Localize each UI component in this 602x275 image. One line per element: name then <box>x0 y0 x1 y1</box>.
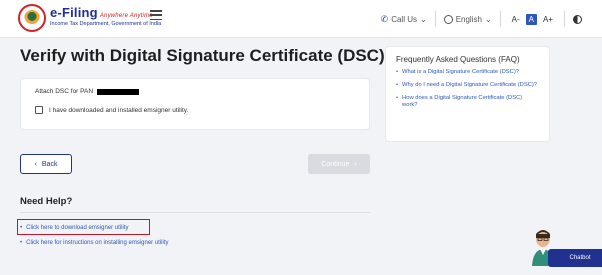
bullet-icon: • <box>396 81 399 88</box>
emblem-logo-icon[interactable] <box>18 4 46 32</box>
chatbot-button[interactable]: Chatbot <box>548 249 602 267</box>
font-increase-button[interactable]: A+ <box>540 14 556 25</box>
dsc-card: Attach DSC for PAN I have downloaded and… <box>20 78 370 130</box>
faq-panel: Frequently Asked Questions (FAQ) • What … <box>385 46 550 142</box>
chevron-right-icon: › <box>354 160 357 168</box>
continue-label: Continue <box>321 160 350 168</box>
logo-subtitle: Income Tax Department, Government of Ind… <box>50 21 162 27</box>
font-decrease-button[interactable]: A- <box>509 14 523 25</box>
faq-item-label[interactable]: How does a Digital Signature Certificate… <box>402 95 539 111</box>
emsigner-instructions-label[interactable]: Click here for instructions on installin… <box>26 240 168 246</box>
attach-dsc-row: Attach DSC for PAN <box>35 88 140 95</box>
menu-icon[interactable] <box>150 10 162 20</box>
call-us-label: Call Us <box>391 14 417 24</box>
back-label: Back <box>41 160 58 168</box>
faq-item-label[interactable]: What is a Digital Signature Certificate … <box>402 69 519 77</box>
faq-title: Frequently Asked Questions (FAQ) <box>396 55 520 64</box>
header-actions: ✆ Call Us ⌄ English ⌄ A- A A+ <box>373 0 590 38</box>
call-us-dropdown[interactable]: ✆ Call Us ⌄ <box>373 14 435 25</box>
attach-dsc-label: Attach DSC for PAN <box>35 88 94 95</box>
chevron-down-icon: ⌄ <box>484 14 492 24</box>
language-dropdown[interactable]: English ⌄ <box>436 14 500 24</box>
redacted-pan <box>97 88 140 95</box>
contrast-toggle[interactable] <box>565 14 590 24</box>
emsigner-checkbox-label[interactable]: I have downloaded and installed emsigner… <box>49 107 188 114</box>
faq-item[interactable]: • How does a Digital Signature Certifica… <box>396 95 539 111</box>
bullet-icon: • <box>396 94 399 101</box>
language-label: English <box>455 14 482 24</box>
chevron-down-icon: ⌄ <box>419 14 427 24</box>
logo-title: e-Filing <box>50 5 98 20</box>
download-emsigner-label[interactable]: Click here to download emsigner utility <box>26 225 128 231</box>
contrast-icon <box>573 14 582 24</box>
phone-icon: ✆ <box>380 13 389 24</box>
bullet-icon: • <box>20 240 23 246</box>
top-header: e-Filing Anywhere Anytime Income Tax Depa… <box>0 0 602 38</box>
emsigner-instructions-link[interactable]: • Click here for instructions on install… <box>20 240 169 246</box>
faq-item[interactable]: • Why do I need a Digital Signature Cert… <box>396 82 539 90</box>
globe-icon <box>443 14 453 24</box>
font-normal-button[interactable]: A <box>525 13 537 25</box>
back-button[interactable]: ‹ Back <box>20 154 72 174</box>
font-size-controls: A- A A+ <box>501 13 564 25</box>
logo-tagline: Anywhere Anytime <box>99 13 153 19</box>
bullet-icon: • <box>20 225 23 231</box>
logo[interactable]: e-Filing Anywhere Anytime Income Tax Depa… <box>50 5 161 27</box>
faq-item[interactable]: • What is a Digital Signature Certificat… <box>396 69 539 77</box>
page-title: Verify with Digital Signature Certificat… <box>20 46 385 65</box>
download-emsigner-link[interactable]: • Click here to download emsigner utilit… <box>20 225 129 231</box>
need-help-heading: Need Help? <box>20 196 73 207</box>
bullet-icon: • <box>396 69 399 75</box>
emsigner-confirm-row[interactable]: I have downloaded and installed emsigner… <box>35 106 188 114</box>
continue-button[interactable]: Continue › <box>308 154 370 174</box>
chevron-left-icon: ‹ <box>34 160 37 168</box>
faq-item-label[interactable]: Why do I need a Digital Signature Certif… <box>402 82 537 90</box>
divider <box>20 212 370 213</box>
emsigner-checkbox[interactable] <box>35 106 43 114</box>
chatbot-label: Chatbot <box>569 255 591 261</box>
